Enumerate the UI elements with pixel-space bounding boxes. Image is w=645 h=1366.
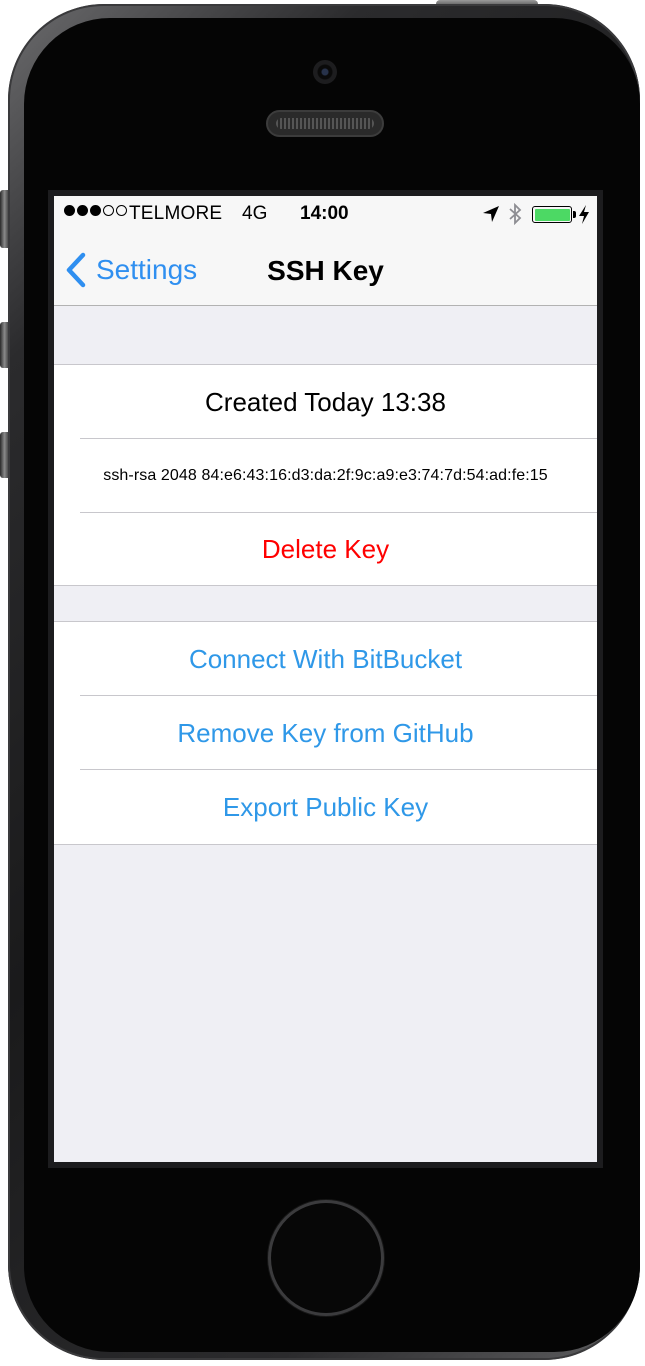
signal-strength-icon xyxy=(64,205,127,216)
export-public-key-button[interactable]: Export Public Key xyxy=(54,770,597,844)
signal-dot xyxy=(103,205,114,216)
network-type: 4G xyxy=(242,203,268,224)
signal-dot xyxy=(77,205,88,216)
signal-dot xyxy=(90,205,101,216)
screen: TELMORE 4G 14:00 Settings SSH Key Create… xyxy=(48,190,603,1168)
remove-key-github-label: Remove Key from GitHub xyxy=(177,717,474,748)
back-button-label: Settings xyxy=(96,254,198,285)
key-actions-section: Connect With BitBucket Remove Key from G… xyxy=(54,621,597,845)
fingerprint-cell: ssh-rsa 2048 84:e6:43:16:d3:da:2f:9c:a9:… xyxy=(54,439,597,513)
charging-bolt-icon xyxy=(579,205,589,224)
remove-key-github-button[interactable]: Remove Key from GitHub xyxy=(54,696,597,770)
battery-icon xyxy=(532,206,572,223)
export-public-key-label: Export Public Key xyxy=(222,791,429,822)
battery-tip xyxy=(573,211,576,218)
key-info-section: Created Today 13:38 ssh-rsa 2048 84:e6:4… xyxy=(54,364,597,586)
connect-bitbucket-label: Connect With BitBucket xyxy=(188,643,463,674)
key-fingerprint: ssh-rsa 2048 84:e6:43:16:d3:da:2f:9c:a9:… xyxy=(103,467,548,484)
battery-level-fill xyxy=(534,208,570,221)
signal-dot xyxy=(64,205,75,216)
carrier-name: TELMORE xyxy=(129,203,223,224)
connect-bitbucket-button[interactable]: Connect With BitBucket xyxy=(54,622,597,696)
earpiece-speaker xyxy=(266,110,384,137)
delete-key-button[interactable]: Delete Key xyxy=(54,513,597,585)
created-date-cell: Created Today 13:38 xyxy=(54,365,597,439)
back-button[interactable]: Settings xyxy=(64,248,197,292)
chevron-left-icon xyxy=(66,252,86,288)
front-camera xyxy=(313,60,337,84)
navigation-bar: Settings SSH Key xyxy=(54,236,597,306)
status-bar: TELMORE 4G 14:00 xyxy=(54,196,597,236)
delete-key-label: Delete Key xyxy=(261,533,390,564)
signal-dot xyxy=(116,205,127,216)
home-button[interactable] xyxy=(268,1200,384,1316)
status-time: 14:00 xyxy=(300,203,349,224)
location-arrow-icon xyxy=(483,206,499,222)
created-date-label: Created Today 13:38 xyxy=(205,386,446,417)
bluetooth-icon xyxy=(509,203,522,225)
